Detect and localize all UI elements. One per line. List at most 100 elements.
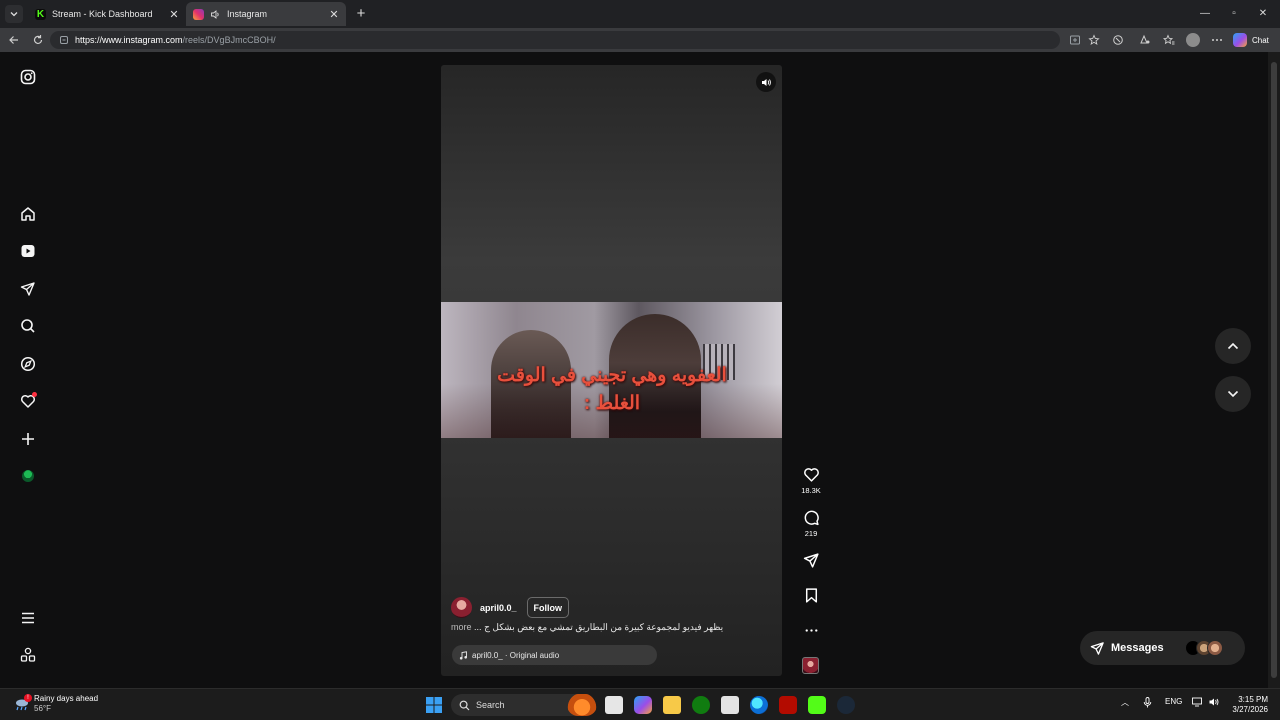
edge-browser-icon[interactable] <box>750 696 768 714</box>
refresh-button[interactable] <box>31 33 45 47</box>
url-field[interactable]: https://www.instagram.com/reels/DVgBJmcC… <box>50 31 1060 49</box>
windows-start-icon[interactable] <box>425 696 443 714</box>
microphone-icon[interactable] <box>1143 697 1152 708</box>
microsoft-store-icon[interactable] <box>721 696 739 714</box>
close-tab-icon[interactable]: ✕ <box>328 8 340 21</box>
message-avatar <box>1207 640 1223 656</box>
next-reel-button[interactable] <box>1215 376 1251 412</box>
copilot-icon <box>1233 33 1247 47</box>
follow-button[interactable]: Follow <box>526 597 570 618</box>
weather-widget[interactable]: ! Rainy days ahead 56°F <box>14 694 98 714</box>
kick-app-icon[interactable] <box>808 696 826 714</box>
home-icon[interactable] <box>18 204 38 224</box>
clock-date: 3/27/2026 <box>1232 705 1268 714</box>
file-explorer-icon[interactable] <box>663 696 681 714</box>
more-menu-icon[interactable] <box>18 608 38 628</box>
weather-alert-badge: ! <box>24 694 32 702</box>
sound-toggle-button[interactable] <box>756 72 776 92</box>
comment-button[interactable]: 219 <box>801 509 821 538</box>
profile-avatar-icon[interactable] <box>1186 33 1200 47</box>
xbox-icon[interactable] <box>692 696 710 714</box>
network-icon[interactable] <box>1192 697 1203 707</box>
audio-thumbnail[interactable] <box>802 657 819 674</box>
notification-dot <box>32 392 37 397</box>
bookmark-icon <box>805 588 817 603</box>
taskbar-search[interactable]: Search <box>451 694 597 716</box>
task-view-icon[interactable] <box>605 696 623 714</box>
audio-label: april0.0_ · Original audio <box>472 650 560 660</box>
also-from-meta-icon[interactable] <box>18 645 38 665</box>
description-text: يظهر فيديو لمجموعة كبيرة من البطاريق تمش… <box>484 622 724 632</box>
instagram-logo-icon[interactable] <box>18 67 38 87</box>
browser-tab-bar: K Stream - Kick Dashboard ✕ Instagram ✕ … <box>0 0 1280 28</box>
app-available-icon[interactable] <box>1069 34 1081 46</box>
reel-description[interactable]: more ... يظهر فيديو لمجموعة كبيرة من الب… <box>451 622 771 633</box>
music-note-icon <box>459 650 467 659</box>
like-button[interactable]: 18.3K <box>801 466 821 495</box>
input-language[interactable]: ENG <box>1165 697 1182 706</box>
create-icon[interactable] <box>18 429 38 449</box>
search-placeholder: Search <box>476 700 505 710</box>
close-tab-icon[interactable]: ✕ <box>168 8 180 21</box>
tab-actions-button[interactable] <box>5 5 23 23</box>
scrollbar-thumb[interactable] <box>1271 62 1277 678</box>
comment-count: 219 <box>804 529 818 538</box>
clock-time: 3:15 PM <box>1238 695 1268 704</box>
messages-button[interactable]: Messages <box>1080 631 1245 665</box>
site-info-icon[interactable] <box>59 35 69 45</box>
copilot-chat-button[interactable]: Chat <box>1233 32 1269 48</box>
minimize-icon[interactable]: — <box>1198 7 1212 21</box>
tab-title: Stream - Kick Dashboard <box>52 9 153 19</box>
tab-title: Instagram <box>227 9 268 19</box>
like-count: 18.3K <box>801 486 821 495</box>
refresh-icon <box>33 35 43 45</box>
profile-icon[interactable] <box>18 466 38 486</box>
explore-icon[interactable] <box>18 354 38 374</box>
save-button[interactable] <box>801 587 821 604</box>
weather-title: Rainy days ahead <box>34 694 99 703</box>
volume-icon <box>761 78 771 86</box>
page-scrollbar[interactable] <box>1268 52 1280 688</box>
url-path: /reels/DVgBJmcCBOH/ <box>182 35 276 45</box>
tab-instagram[interactable]: Instagram ✕ <box>186 2 346 26</box>
favorites-icon[interactable] <box>1163 34 1175 46</box>
taskbar-clock[interactable]: 3:15 PM 3/27/2026 <box>1226 695 1268 715</box>
favorite-star-icon[interactable] <box>1088 34 1100 46</box>
chevron-down-icon <box>1227 390 1239 398</box>
browser-essentials-icon[interactable] <box>1139 34 1151 46</box>
author-avatar[interactable] <box>451 597 472 618</box>
arrow-left-icon <box>9 36 18 44</box>
kick-favicon-icon: K <box>35 8 46 20</box>
restore-icon[interactable]: ▫ <box>1227 7 1241 21</box>
tab-kick-dashboard[interactable]: K Stream - Kick Dashboard ✕ <box>28 2 186 26</box>
reel-player[interactable]: العفويه وهي تجيني في الوقت الغلط : april… <box>441 65 782 676</box>
more-actions-button[interactable] <box>801 622 821 639</box>
notifications-icon[interactable] <box>18 391 38 411</box>
share-icon <box>803 553 819 568</box>
search-icon[interactable] <box>18 316 38 336</box>
address-toolbar: https://www.instagram.com/reels/DVgBJmcC… <box>0 28 1280 52</box>
weather-temp: 56°F <box>34 704 51 713</box>
author-username[interactable]: april0.0_ <box>480 603 517 613</box>
reel-video-frame[interactable]: العفويه وهي تجيني في الوقت الغلط : <box>441 302 782 438</box>
previous-reel-button[interactable] <box>1215 328 1251 364</box>
new-tab-button[interactable]: + <box>354 6 368 21</box>
volume-icon[interactable] <box>1209 697 1220 707</box>
speaker-icon[interactable] <box>210 9 221 20</box>
acrobat-icon[interactable] <box>779 696 797 714</box>
steam-icon[interactable] <box>837 696 855 714</box>
more-link[interactable]: more <box>451 622 472 632</box>
back-button[interactable] <box>7 33 21 47</box>
rain-cloud-icon: ! <box>14 694 32 711</box>
window-close-icon[interactable]: ✕ <box>1256 7 1270 21</box>
url-host: https://www.instagram.com <box>75 35 183 45</box>
more-options-icon[interactable] <box>1211 34 1223 46</box>
heart-icon <box>803 468 819 482</box>
direct-messages-icon[interactable] <box>18 279 38 299</box>
share-button[interactable] <box>801 552 821 569</box>
original-audio-link[interactable]: april0.0_ · Original audio <box>452 645 657 665</box>
show-hidden-icons-icon[interactable]: ︿ <box>1121 697 1129 708</box>
reels-icon[interactable] <box>18 241 38 261</box>
copilot-app-icon[interactable] <box>634 696 652 714</box>
extensions-icon[interactable] <box>1112 34 1124 46</box>
